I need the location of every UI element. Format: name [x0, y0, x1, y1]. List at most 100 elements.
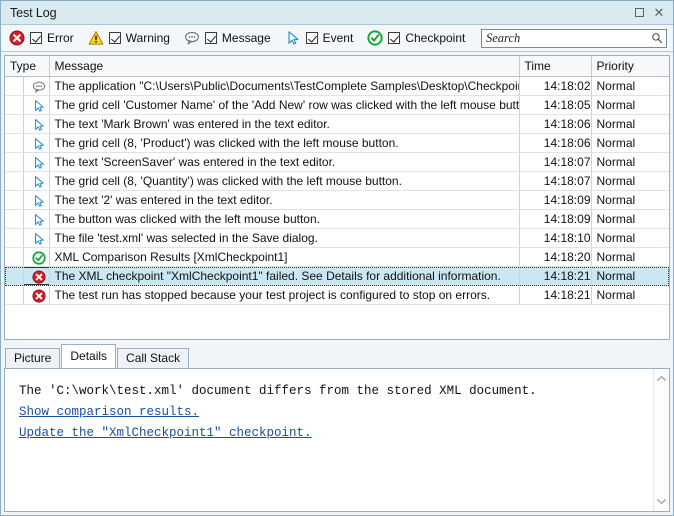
table-row[interactable]: The button was clicked with the left mou…	[5, 210, 669, 229]
column-header-time[interactable]: Time	[519, 56, 591, 77]
row-time-cell: 14:18:06	[519, 134, 591, 153]
filter-event-label: Event	[323, 31, 354, 45]
row-time-cell: 14:18:05	[519, 96, 591, 115]
search-box[interactable]	[481, 29, 667, 48]
filter-checkpoint[interactable]: Checkpoint	[367, 30, 465, 46]
row-message-cell: The XML checkpoint "XmlCheckpoint1" fail…	[49, 267, 519, 286]
filter-warning-checkbox[interactable]	[109, 32, 121, 44]
column-header-message[interactable]: Message	[49, 56, 519, 77]
error-icon	[32, 270, 46, 284]
row-priority-cell: Normal	[591, 210, 669, 229]
row-type-cell	[23, 229, 49, 248]
filter-message-label: Message	[222, 31, 271, 45]
chevron-down-icon[interactable]	[656, 498, 667, 505]
row-gutter	[5, 248, 23, 267]
event-icon	[32, 156, 46, 170]
table-row[interactable]: The grid cell (8, 'Quantity') was clicke…	[5, 172, 669, 191]
window-title: Test Log	[10, 6, 629, 20]
row-gutter	[5, 267, 23, 286]
row-gutter	[5, 286, 23, 305]
row-gutter	[5, 191, 23, 210]
details-content: The 'C:\work\test.xml' document differs …	[5, 369, 653, 511]
row-type-cell	[23, 248, 49, 267]
row-priority-cell: Normal	[591, 96, 669, 115]
filter-event-checkbox[interactable]	[306, 32, 318, 44]
filter-checkpoint-checkbox[interactable]	[388, 32, 400, 44]
table-row[interactable]: The text 'ScreenSaver' was entered in th…	[5, 153, 669, 172]
table-row[interactable]: The text '2' was entered in the text edi…	[5, 191, 669, 210]
row-time-cell: 14:18:21	[519, 267, 591, 286]
row-message-cell: The grid cell 'Customer Name' of the 'Ad…	[49, 96, 519, 115]
event-icon	[285, 30, 301, 46]
column-header-type[interactable]: Type	[5, 56, 49, 77]
row-gutter	[5, 77, 23, 96]
row-priority-cell: Normal	[591, 134, 669, 153]
filter-checkpoint-label: Checkpoint	[405, 31, 465, 45]
tab-details[interactable]: Details	[61, 344, 116, 368]
table-header-row: Type Message Time Priority	[5, 56, 669, 77]
row-type-cell	[23, 172, 49, 191]
tab-picture[interactable]: Picture	[5, 348, 60, 369]
table-row[interactable]: The file 'test.xml' was selected in the …	[5, 229, 669, 248]
table-row[interactable]: The application "C:\Users\Public\Documen…	[5, 77, 669, 96]
row-time-cell: 14:18:20	[519, 248, 591, 267]
message-icon	[184, 30, 200, 46]
row-priority-cell: Normal	[591, 286, 669, 305]
filter-error[interactable]: Error	[9, 30, 74, 46]
restore-button[interactable]	[629, 3, 649, 23]
row-priority-cell: Normal	[591, 229, 669, 248]
table-row[interactable]: The text 'Mark Brown' was entered in the…	[5, 115, 669, 134]
table-row[interactable]: The XML checkpoint "XmlCheckpoint1" fail…	[5, 267, 669, 286]
filter-message[interactable]: Message	[184, 30, 271, 46]
row-priority-cell: Normal	[591, 191, 669, 210]
row-message-cell: The text 'Mark Brown' was entered in the…	[49, 115, 519, 134]
table-row[interactable]: The grid cell (8, 'Product') was clicked…	[5, 134, 669, 153]
row-gutter	[5, 229, 23, 248]
row-priority-cell: Normal	[591, 267, 669, 286]
warning-icon	[88, 30, 104, 46]
event-icon	[32, 175, 46, 189]
event-icon	[32, 137, 46, 151]
show-comparison-results-link[interactable]: Show comparison results.	[19, 402, 199, 423]
filter-message-checkbox[interactable]	[205, 32, 217, 44]
row-message-cell: The file 'test.xml' was selected in the …	[49, 229, 519, 248]
message-icon	[32, 80, 46, 94]
column-header-priority[interactable]: Priority	[591, 56, 669, 77]
row-priority-cell: Normal	[591, 115, 669, 134]
detail-tabs: Picture Details Call Stack	[1, 340, 673, 368]
filter-warning[interactable]: Warning	[88, 30, 170, 46]
filter-event[interactable]: Event	[285, 30, 354, 46]
close-icon: ✕	[654, 6, 665, 19]
event-icon	[32, 213, 46, 227]
details-scrollbar[interactable]	[653, 369, 669, 511]
tab-call-stack[interactable]: Call Stack	[117, 348, 189, 369]
update-checkpoint-link[interactable]: Update the "XmlCheckpoint1" checkpoint.	[19, 423, 312, 444]
table-row[interactable]: XML Comparison Results [XmlCheckpoint1]1…	[5, 248, 669, 267]
error-icon	[9, 30, 25, 46]
filter-toolbar: Error Warning Message	[1, 25, 673, 52]
event-icon	[32, 194, 46, 208]
table-row[interactable]: The test run has stopped because your te…	[5, 286, 669, 305]
test-log-window: Test Log ✕ Error Warning	[0, 0, 674, 516]
log-grid[interactable]: Type Message Time Priority The applicati…	[4, 55, 670, 340]
search-input[interactable]	[486, 31, 651, 46]
row-time-cell: 14:18:10	[519, 229, 591, 248]
search-icon[interactable]	[651, 32, 663, 44]
close-button[interactable]: ✕	[649, 3, 669, 23]
row-message-cell: The grid cell (8, 'Product') was clicked…	[49, 134, 519, 153]
event-icon	[32, 232, 46, 246]
chevron-up-icon[interactable]	[656, 375, 667, 382]
row-type-cell	[23, 267, 49, 286]
row-type-cell	[23, 153, 49, 172]
row-gutter	[5, 153, 23, 172]
row-time-cell: 14:18:09	[519, 191, 591, 210]
row-type-cell	[23, 191, 49, 210]
row-time-cell: 14:18:07	[519, 172, 591, 191]
row-type-cell	[23, 134, 49, 153]
row-priority-cell: Normal	[591, 172, 669, 191]
filter-error-checkbox[interactable]	[30, 32, 42, 44]
row-message-cell: The grid cell (8, 'Quantity') was clicke…	[49, 172, 519, 191]
filter-warning-label: Warning	[126, 31, 170, 45]
table-row[interactable]: The grid cell 'Customer Name' of the 'Ad…	[5, 96, 669, 115]
title-bar: Test Log ✕	[1, 1, 673, 25]
